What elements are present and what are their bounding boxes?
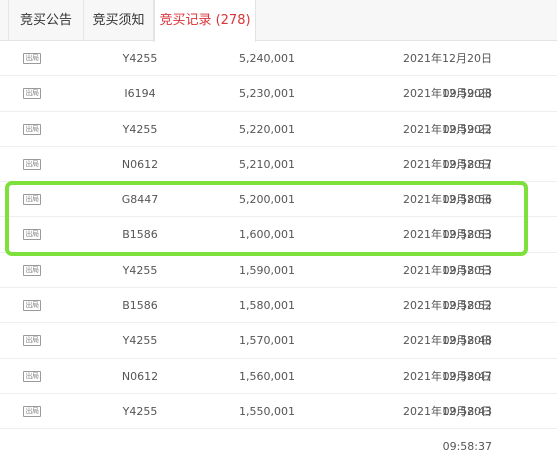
bid-price: 5,240,001 [239, 52, 295, 65]
bidder-id: N0612 [121, 157, 159, 171]
status-badge: 出局 [23, 370, 41, 382]
status-badge: 出局 [23, 300, 41, 312]
bid-price: 1,560,001 [239, 369, 295, 383]
bid-price: 1,600,001 [239, 228, 295, 242]
bidder-id: I6194 [124, 87, 156, 101]
bidder-id: G8447 [121, 193, 159, 207]
bidder-id: Y4255 [122, 122, 158, 136]
table-row: 出局 Y4255 1,590,001 2021年12月20日 09:58:52 [0, 253, 557, 313]
bid-price: 5,210,001 [239, 157, 295, 171]
table-row: 出局 Y4255 1,550,001 2021年12月20日 09:58:37 [0, 394, 557, 454]
table-row: 出局 Y4255 1,570,001 2021年12月20日 09:58:47 [0, 323, 557, 383]
bidder-id: Y4255 [122, 263, 158, 277]
status-badge: 出局 [23, 158, 41, 170]
status-badge: 出局 [23, 53, 41, 64]
bid-time: 2021年12月20日 09:58:43 [403, 369, 492, 418]
status-badge: 出局 [23, 264, 41, 276]
bid-price: 1,590,001 [239, 263, 295, 277]
tab-auction-notice[interactable]: 竞买须知 [84, 0, 154, 41]
table-row: 出局 N0612 1,560,001 2021年12月20日 09:58:43 [0, 359, 557, 418]
bid-time: 2021年12月20日 09:59:28 [403, 52, 492, 101]
table-row: 出局 I6194 5,230,001 2021年12月20日 09:59:22 [0, 76, 557, 136]
table-row: 出局 Y4255 5,220,001 2021年12月20日 09:58:57 [0, 112, 557, 171]
table-row: 出局 B1586 1,600,001 2021年12月20日 09:58:53 [0, 217, 557, 277]
bidder-id: Y4255 [122, 52, 158, 65]
status-badge: 出局 [23, 229, 41, 241]
tab-auction-announcement[interactable]: 竞买公告 [8, 0, 84, 41]
status-badge: 出局 [23, 335, 41, 347]
table-row: 出局 N0612 5,210,001 2021年12月20日 09:58:56 [0, 147, 557, 207]
table-row: 出局 Y4255 5,240,001 2021年12月20日 09:59:28 [0, 41, 557, 101]
bid-time: 2021年12月20日 09:58:56 [403, 157, 492, 207]
bid-time: 2021年12月20日 09:58:53 [403, 228, 492, 277]
bid-price: 1,570,001 [239, 334, 295, 348]
bid-time: 2021年12月20日 09:58:37 [403, 404, 492, 454]
bid-time: 2021年12月20日 09:59:22 [403, 87, 492, 136]
bidder-id: Y4255 [122, 404, 158, 418]
bid-time: 2021年12月20日 09:58:48 [403, 299, 492, 348]
status-badge: 出局 [23, 123, 41, 135]
bidder-id: B1586 [122, 299, 158, 313]
bid-time: 2021年12月20日 09:58:52 [403, 263, 492, 313]
bid-price: 5,230,001 [239, 87, 295, 101]
tab-bid-records[interactable]: 竞买记录 (278) [154, 0, 256, 42]
bid-records-list: 出局 Y4255 5,240,001 2021年12月20日 09:59:28 … [0, 41, 557, 454]
status-badge: 出局 [23, 194, 41, 206]
bidder-id: B1586 [122, 228, 158, 242]
bid-price: 5,200,001 [239, 193, 295, 207]
bid-time: 2021年12月20日 09:58:57 [403, 122, 492, 171]
tab-bar: 竞买公告 竞买须知 竞买记录 (278) [0, 0, 557, 42]
bid-time: 2021年12月20日 09:58:53 [403, 193, 492, 242]
status-badge: 出局 [23, 88, 41, 100]
status-badge: 出局 [23, 405, 41, 417]
table-row: 出局 G8447 5,200,001 2021年12月20日 09:58:53 [0, 182, 557, 242]
bidder-id: Y4255 [122, 334, 158, 348]
bid-price: 5,220,001 [239, 122, 295, 136]
bid-price: 1,580,001 [239, 299, 295, 313]
bidder-id: N0612 [121, 369, 159, 383]
bid-time: 2021年12月20日 09:58:47 [403, 334, 492, 383]
table-row: 出局 B1586 1,580,001 2021年12月20日 09:58:48 [0, 288, 557, 348]
bid-price: 1,550,001 [239, 404, 295, 418]
